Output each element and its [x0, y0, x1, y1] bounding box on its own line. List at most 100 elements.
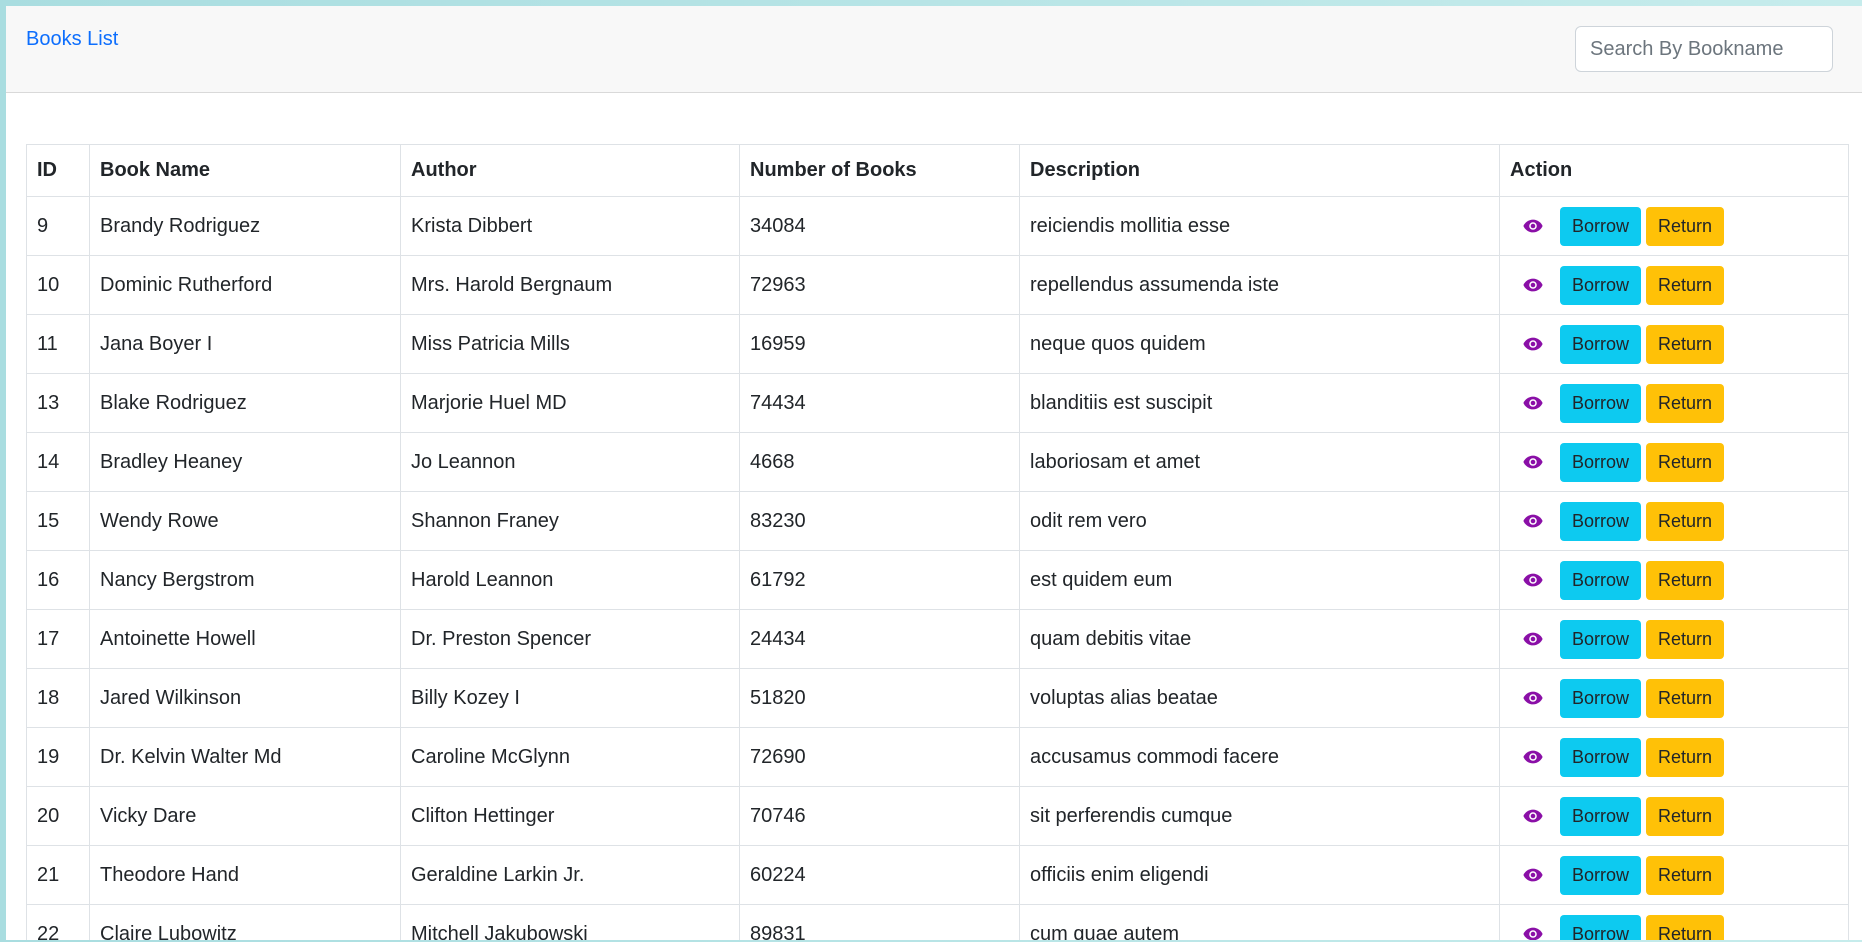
cell-author: Jo Leannon — [400, 432, 740, 492]
return-button[interactable]: Return — [1646, 737, 1725, 777]
cell-book-name: Jared Wilkinson — [89, 668, 401, 728]
cell-author: Dr. Preston Spencer — [400, 609, 740, 669]
eye-icon[interactable] — [1522, 569, 1544, 591]
column-header-description: Description — [1019, 144, 1500, 197]
row-actions: Borrow Return — [1510, 678, 1838, 718]
column-header-action: Action — [1499, 144, 1849, 197]
search-input[interactable] — [1575, 26, 1833, 72]
return-button[interactable]: Return — [1646, 678, 1725, 718]
cell-author: Geraldine Larkin Jr. — [400, 845, 740, 905]
borrow-button[interactable]: Borrow — [1560, 737, 1642, 777]
eye-icon[interactable] — [1522, 510, 1544, 532]
borrow-button[interactable]: Borrow — [1560, 855, 1642, 895]
row-actions: Borrow Return — [1510, 796, 1838, 836]
row-actions: Borrow Return — [1510, 442, 1838, 482]
column-header-author: Author — [400, 144, 740, 197]
cell-book-name: Bradley Heaney — [89, 432, 401, 492]
cell-number-of-books: 4668 — [739, 432, 1020, 492]
cell-number-of-books: 60224 — [739, 845, 1020, 905]
column-header-id: ID — [26, 144, 90, 197]
row-actions: Borrow Return — [1510, 619, 1838, 659]
return-button[interactable]: Return — [1646, 206, 1725, 246]
borrow-button[interactable]: Borrow — [1560, 324, 1642, 364]
cell-book-name: Dominic Rutherford — [89, 255, 401, 315]
eye-icon[interactable] — [1522, 746, 1544, 768]
eye-icon[interactable] — [1522, 805, 1544, 827]
row-actions: Borrow Return — [1510, 324, 1838, 364]
borrow-button[interactable]: Borrow — [1560, 914, 1642, 940]
cell-action: Borrow Return — [1499, 373, 1849, 433]
return-button[interactable]: Return — [1646, 619, 1725, 659]
column-header-book-name: Book Name — [89, 144, 401, 197]
borrow-button[interactable]: Borrow — [1560, 619, 1642, 659]
cell-description: laboriosam et amet — [1019, 432, 1500, 492]
eye-icon[interactable] — [1522, 923, 1544, 940]
row-actions: Borrow Return — [1510, 737, 1838, 777]
borrow-button[interactable]: Borrow — [1560, 265, 1642, 305]
table-row: 22 Claire Lubowitz Mitchell Jakubowski 8… — [26, 904, 1849, 940]
cell-action: Borrow Return — [1499, 609, 1849, 669]
table-row: 11 Jana Boyer I Miss Patricia Mills 1695… — [26, 314, 1849, 374]
cell-description: accusamus commodi facere — [1019, 727, 1500, 787]
eye-icon[interactable] — [1522, 215, 1544, 237]
books-table-container: ID Book Name Author Number of Books Desc… — [26, 144, 1849, 940]
cell-id: 9 — [26, 196, 90, 256]
cell-number-of-books: 70746 — [739, 786, 1020, 846]
return-button[interactable]: Return — [1646, 501, 1725, 541]
return-button[interactable]: Return — [1646, 442, 1725, 482]
table-header-row: ID Book Name Author Number of Books Desc… — [26, 144, 1849, 197]
brand-link[interactable]: Books List — [26, 28, 118, 51]
navbar: Books List — [6, 6, 1862, 93]
table-row: 21 Theodore Hand Geraldine Larkin Jr. 60… — [26, 845, 1849, 905]
borrow-button[interactable]: Borrow — [1560, 442, 1642, 482]
borrow-button[interactable]: Borrow — [1560, 796, 1642, 836]
return-button[interactable]: Return — [1646, 265, 1725, 305]
borrow-button[interactable]: Borrow — [1560, 206, 1642, 246]
books-table: ID Book Name Author Number of Books Desc… — [26, 144, 1849, 940]
borrow-button[interactable]: Borrow — [1560, 501, 1642, 541]
eye-icon[interactable] — [1522, 628, 1544, 650]
eye-icon[interactable] — [1522, 333, 1544, 355]
cell-action: Borrow Return — [1499, 491, 1849, 551]
borrow-button[interactable]: Borrow — [1560, 560, 1642, 600]
cell-description: officiis enim eligendi — [1019, 845, 1500, 905]
cell-action: Borrow Return — [1499, 904, 1849, 940]
cell-book-name: Wendy Rowe — [89, 491, 401, 551]
eye-icon[interactable] — [1522, 392, 1544, 414]
eye-icon[interactable] — [1522, 687, 1544, 709]
cell-id: 18 — [26, 668, 90, 728]
return-button[interactable]: Return — [1646, 914, 1725, 940]
cell-description: neque quos quidem — [1019, 314, 1500, 374]
eye-icon[interactable] — [1522, 451, 1544, 473]
cell-id: 17 — [26, 609, 90, 669]
column-header-number-of-books: Number of Books — [739, 144, 1020, 197]
return-button[interactable]: Return — [1646, 324, 1725, 364]
table-row: 9 Brandy Rodriguez Krista Dibbert 34084 … — [26, 196, 1849, 256]
row-actions: Borrow Return — [1510, 914, 1838, 940]
return-button[interactable]: Return — [1646, 383, 1725, 423]
cell-description: est quidem eum — [1019, 550, 1500, 610]
row-actions: Borrow Return — [1510, 560, 1838, 600]
eye-icon[interactable] — [1522, 864, 1544, 886]
cell-number-of-books: 89831 — [739, 904, 1020, 940]
cell-book-name: Claire Lubowitz — [89, 904, 401, 940]
cell-action: Borrow Return — [1499, 845, 1849, 905]
cell-author: Billy Kozey I — [400, 668, 740, 728]
cell-id: 20 — [26, 786, 90, 846]
borrow-button[interactable]: Borrow — [1560, 678, 1642, 718]
cell-book-name: Blake Rodriguez — [89, 373, 401, 433]
cell-author: Harold Leannon — [400, 550, 740, 610]
cell-number-of-books: 72690 — [739, 727, 1020, 787]
table-row: 15 Wendy Rowe Shannon Franey 83230 odit … — [26, 491, 1849, 551]
cell-id: 10 — [26, 255, 90, 315]
eye-icon[interactable] — [1522, 274, 1544, 296]
return-button[interactable]: Return — [1646, 855, 1725, 895]
borrow-button[interactable]: Borrow — [1560, 383, 1642, 423]
cell-id: 15 — [26, 491, 90, 551]
cell-id: 21 — [26, 845, 90, 905]
cell-number-of-books: 74434 — [739, 373, 1020, 433]
return-button[interactable]: Return — [1646, 560, 1725, 600]
cell-number-of-books: 61792 — [739, 550, 1020, 610]
cell-number-of-books: 72963 — [739, 255, 1020, 315]
return-button[interactable]: Return — [1646, 796, 1725, 836]
